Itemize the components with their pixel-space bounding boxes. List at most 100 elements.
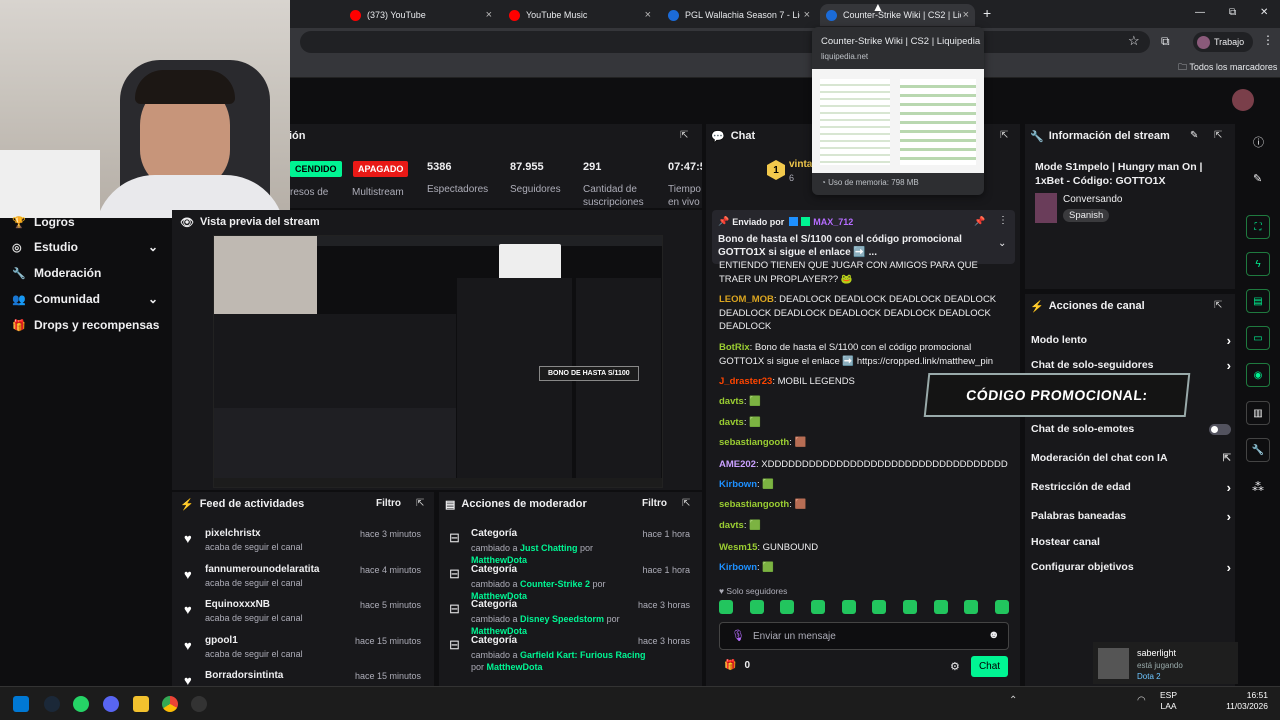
follower-name[interactable]: gpool1 — [205, 635, 238, 646]
popout-icon[interactable]: ⇱ — [1214, 130, 1222, 141]
feed-item[interactable]: ♥ fannumerounodelaratita acaba de seguir e… — [172, 564, 427, 598]
tray-expand-icon[interactable]: ⌃ — [1009, 695, 1017, 706]
emote-icon[interactable] — [872, 600, 887, 614]
extensions-icon[interactable]: ⧉ — [1161, 34, 1170, 49]
clock[interactable]: 16:51 11/03/2026 — [1220, 690, 1268, 712]
action-row[interactable]: Chat de solo-seguidores › — [1031, 355, 1231, 375]
restore-button[interactable]: ⧉ — [1229, 7, 1236, 18]
language-indicator[interactable]: ESP LAA — [1160, 690, 1177, 712]
wifi-icon[interactable]: ◠ — [1137, 695, 1146, 706]
emote-icon[interactable] — [933, 600, 948, 614]
pin-icon[interactable]: 📌 — [974, 216, 985, 227]
channel-points[interactable]: 🎁 0 — [724, 660, 750, 671]
feed-item[interactable]: ♥ pixelchristx acaba de seguir el canal hac… — [172, 528, 427, 562]
mod-filter-button[interactable]: Filtro — [642, 498, 667, 509]
sidebar-item-estudio[interactable]: ◎ Estudio ⌄ — [0, 234, 172, 260]
follower-name[interactable]: Borradorsintinta — [205, 670, 283, 681]
tab-youtube[interactable]: (373) YouTube × — [344, 4, 498, 26]
feed-item[interactable]: ♥ EquinoxxxNB acaba de seguir el canal hace… — [172, 599, 427, 633]
broadcast-icon[interactable]: ◉ — [1246, 363, 1270, 387]
emote-icon[interactable] — [780, 600, 795, 614]
popout-icon[interactable]: ⇱ — [416, 498, 424, 509]
menu-dots-icon[interactable]: ⋮ — [1262, 33, 1274, 47]
popout-icon[interactable]: ⇱ — [680, 130, 688, 141]
category-link[interactable]: Counter-Strike 2 — [520, 579, 590, 589]
whatsapp-icon[interactable] — [73, 696, 89, 712]
bookmark-star-icon[interactable]: ☆ — [1128, 33, 1140, 49]
info-icon[interactable]: ⓘ — [1253, 134, 1264, 150]
popout-icon[interactable]: ⇱ — [1000, 130, 1008, 141]
discord-icon[interactable] — [103, 696, 119, 712]
category-link[interactable]: Disney Speedstorm — [520, 614, 604, 624]
sidebar-item-drops[interactable]: 🎁 Drops y recompensas — [0, 312, 172, 338]
layout-icon[interactable]: ▥ — [1246, 401, 1270, 425]
obs-icon[interactable] — [191, 696, 207, 712]
bolt-icon[interactable]: ϟ — [1246, 252, 1270, 276]
steam-icon[interactable] — [44, 696, 60, 712]
action-row[interactable]: Moderación del chat con IA ⇱ — [1031, 448, 1231, 468]
mic-icon[interactable]: 🎙 — [731, 629, 745, 642]
emoji-icon[interactable]: ☻ — [988, 629, 1000, 641]
follower-name[interactable]: fannumerounodelaratita — [205, 564, 319, 575]
minimize-button[interactable]: — — [1195, 7, 1205, 18]
category-boxart[interactable] — [1035, 193, 1057, 223]
crop-icon[interactable]: ⛶ — [1246, 215, 1270, 239]
tab-pgl[interactable]: PGL Wallachia Season 7 - Liquip × — [662, 4, 816, 26]
tab-youtube-music[interactable]: YouTube Music × — [503, 4, 657, 26]
chat-username[interactable]: LEOM_MOB — [719, 294, 774, 305]
status-badge-off[interactable]: APAGADO — [353, 161, 409, 177]
popout-icon[interactable]: ⇱ — [682, 498, 690, 509]
emote-icon[interactable] — [749, 600, 764, 614]
send-chat-button[interactable]: Chat — [971, 656, 1008, 677]
edit-icon[interactable]: ✎ — [1190, 130, 1198, 141]
stream-video[interactable]: BONO DE HASTA S/1100 — [213, 235, 663, 488]
popout-icon[interactable]: ⇱ — [1214, 300, 1222, 311]
all-bookmarks[interactable]: 🗀 Todos los marcadores — [1178, 60, 1277, 76]
chat-username[interactable]: J_draster23 — [719, 376, 772, 387]
follower-name[interactable]: pixelchristx — [205, 528, 261, 539]
share-icon[interactable]: ⁂ — [1252, 480, 1264, 494]
emote-icon[interactable] — [810, 600, 825, 614]
pinned-username[interactable]: MAX_712 — [813, 217, 853, 227]
chat-input[interactable]: 🎙 Enviar un mensaje ☻ — [719, 622, 1009, 650]
close-tab-icon[interactable]: × — [486, 9, 492, 21]
file-explorer-icon[interactable] — [133, 696, 149, 712]
url-field[interactable] — [300, 31, 1150, 53]
chat-username[interactable]: Wesm15 — [719, 542, 757, 553]
sidebar-item-moderacion[interactable]: 🔧 Moderación — [0, 260, 172, 286]
chat-username[interactable]: Kirbown — [719, 562, 757, 573]
feed-item[interactable]: ♥ gpool1 acaba de seguir el canal hace 15 m… — [172, 635, 427, 669]
chat-username[interactable]: BotRix — [719, 342, 750, 353]
profile-button[interactable]: Trabajo — [1193, 32, 1253, 52]
action-row[interactable]: Configurar objetivos › — [1031, 557, 1231, 577]
more-options-icon[interactable]: ⋮ — [998, 215, 1008, 226]
tools-icon[interactable]: 🔧 — [1246, 438, 1270, 462]
chat-username[interactable]: davts — [719, 520, 744, 531]
tab-counter-strike-wiki[interactable]: Counter-Strike Wiki | CS2 | Liqu × — [820, 4, 975, 26]
action-row[interactable]: Restricción de edad › — [1031, 477, 1231, 497]
user-link[interactable]: MatthewDota — [487, 662, 543, 672]
chat-username[interactable]: AME202 — [719, 459, 756, 470]
emote-icon[interactable] — [841, 600, 856, 614]
message-icon[interactable]: ▭ — [1246, 326, 1270, 350]
pinned-message[interactable]: 📌 Enviado por MAX_712 📌 ⋮ ⌄ Bono de hasta… — [712, 210, 1015, 264]
new-tab-button[interactable]: + — [983, 5, 991, 21]
action-row[interactable]: Modo lento › — [1031, 330, 1231, 350]
toggle-switch[interactable] — [1209, 423, 1231, 435]
document-icon[interactable]: ▤ — [1246, 289, 1270, 313]
action-row[interactable]: Hostear canal — [1031, 532, 1231, 552]
user-avatar[interactable] — [1232, 89, 1254, 111]
chat-username[interactable]: davts — [719, 396, 744, 407]
chrome-icon[interactable] — [162, 696, 178, 712]
emote-icon[interactable] — [719, 600, 733, 614]
stream-tag[interactable]: Spanish — [1063, 209, 1110, 222]
feed-filter-button[interactable]: Filtro — [376, 498, 401, 509]
category-link[interactable]: Garfield Kart: Furious Racing — [520, 650, 646, 660]
leaderboard-user[interactable]: vinta — [789, 159, 812, 170]
steam-friend-notification[interactable]: saberlight está jugando Dota 2 — [1093, 642, 1238, 684]
emote-icon[interactable] — [994, 600, 1009, 614]
sidebar-item-logros[interactable]: 🏆 Logros — [0, 210, 172, 234]
emote-icon[interactable] — [964, 600, 979, 614]
category-link[interactable]: Just Chatting — [520, 543, 578, 553]
chat-username[interactable]: Kirbown — [719, 479, 757, 490]
